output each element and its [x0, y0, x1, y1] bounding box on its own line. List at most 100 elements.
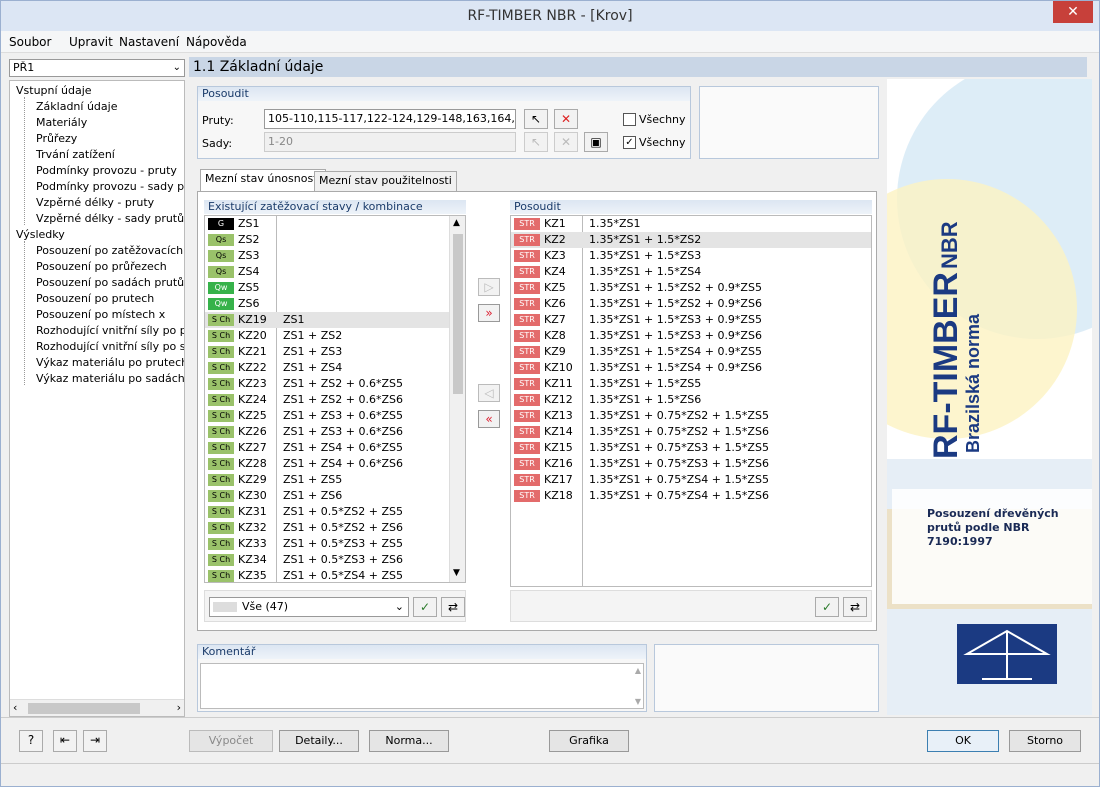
export-button[interactable]: ⇥ [83, 730, 107, 752]
help-button[interactable]: ? [19, 730, 43, 752]
table-row[interactable]: S Ch KZ20 ZS1 + ZS2 [205, 328, 465, 344]
ok-button[interactable]: OK [927, 730, 999, 752]
menu-napoveda[interactable]: Nápověda [186, 35, 247, 49]
table-row[interactable]: Qw ZS5 [205, 280, 465, 296]
table-row[interactable]: STR KZ18 1.35*ZS1 + 0.75*ZS4 + 1.5*ZS6 [511, 488, 871, 504]
table-row[interactable]: S Ch KZ35 ZS1 + 0.5*ZS4 + ZS5 [205, 568, 465, 582]
clear-members-button[interactable]: ✕ [554, 109, 578, 129]
table-row[interactable]: STR KZ5 1.35*ZS1 + 1.5*ZS2 + 0.9*ZS5 [511, 280, 871, 296]
select-all-button[interactable]: ✓ [413, 597, 437, 617]
pick-members-button[interactable]: ↖ [524, 109, 548, 129]
table-row[interactable]: STR KZ2 1.35*ZS1 + 1.5*ZS2 [511, 232, 871, 248]
table-row[interactable]: STR KZ14 1.35*ZS1 + 0.75*ZS2 + 1.5*ZS6 [511, 424, 871, 440]
tree-item-input[interactable]: Podmínky provozu - pruty [36, 163, 177, 179]
menu-nastaveni[interactable]: Nastavení [119, 35, 179, 49]
tree-item-input[interactable]: Podmínky provozu - sady prutů [36, 179, 184, 195]
table-row[interactable]: S Ch KZ27 ZS1 + ZS4 + 0.6*ZS5 [205, 440, 465, 456]
menu-upravit[interactable]: Upravit [69, 35, 113, 49]
scroll-left-icon[interactable]: ‹ [13, 701, 17, 714]
table-row[interactable]: S Ch KZ19 ZS1 [205, 312, 465, 328]
tree-item-input[interactable]: Vzpěrné délky - pruty [36, 195, 154, 211]
close-button[interactable]: ✕ [1053, 1, 1093, 23]
vsechny-sady-checkbox[interactable]: ✓ [623, 136, 636, 149]
add-all-button[interactable]: » [478, 304, 500, 322]
tree-item-results[interactable]: Rozhodující vnitřní síly po prute [36, 323, 184, 339]
tree-item-results[interactable]: Posouzení po sadách prutů [36, 275, 184, 291]
table-row[interactable]: STR KZ9 1.35*ZS1 + 1.5*ZS4 + 0.9*ZS5 [511, 344, 871, 360]
table-row[interactable]: STR KZ4 1.35*ZS1 + 1.5*ZS4 [511, 264, 871, 280]
tree-item-results[interactable]: Posouzení po prutech [36, 291, 154, 307]
remove-selected-button[interactable]: ◁ [478, 384, 500, 402]
tree-item-results[interactable]: Rozhodující vnitřní síly po sadác [36, 339, 184, 355]
table-row[interactable]: S Ch KZ34 ZS1 + 0.5*ZS3 + ZS6 [205, 552, 465, 568]
select-all-right-button[interactable]: ✓ [815, 597, 839, 617]
grafika-button[interactable]: Grafika [549, 730, 629, 752]
norma-button[interactable]: Norma... [369, 730, 449, 752]
table-row[interactable]: Qs ZS3 [205, 248, 465, 264]
tree-hscrollbar[interactable]: ‹ › [10, 699, 184, 716]
sady-input[interactable]: 1-20 [264, 132, 516, 152]
tab-mezni-stav-pouzitelnosti[interactable]: Mezní stav použitelnosti [314, 171, 457, 191]
toggle-right-button[interactable]: ⇄ [843, 597, 867, 617]
table-row[interactable]: S Ch KZ26 ZS1 + ZS3 + 0.6*ZS6 [205, 424, 465, 440]
table-row[interactable]: STR KZ8 1.35*ZS1 + 1.5*ZS3 + 0.9*ZS6 [511, 328, 871, 344]
tree-item-input[interactable]: Trvání zatížení [36, 147, 115, 163]
table-row[interactable]: STR KZ7 1.35*ZS1 + 1.5*ZS3 + 0.9*ZS5 [511, 312, 871, 328]
table-row[interactable]: S Ch KZ25 ZS1 + ZS3 + 0.6*ZS5 [205, 408, 465, 424]
remove-all-button[interactable]: « [478, 410, 500, 428]
table-row[interactable]: S Ch KZ29 ZS1 + ZS5 [205, 472, 465, 488]
scroll-up-icon[interactable]: ▲ [453, 218, 460, 228]
table-row[interactable]: STR KZ6 1.35*ZS1 + 1.5*ZS2 + 0.9*ZS6 [511, 296, 871, 312]
vsechny-pruty-checkbox[interactable] [623, 113, 636, 126]
table-row[interactable]: S Ch KZ33 ZS1 + 0.5*ZS3 + ZS5 [205, 536, 465, 552]
table-row[interactable]: Qw ZS6 [205, 296, 465, 312]
filter-select[interactable]: Vše (47) ⌄ [209, 597, 409, 617]
table-row[interactable]: S Ch KZ22 ZS1 + ZS4 [205, 360, 465, 376]
tree-item-results[interactable]: Posouzení po zatěžovacích stav [36, 243, 184, 259]
toggle-selection-button[interactable]: ⇄ [441, 597, 465, 617]
import-button[interactable]: ⇤ [53, 730, 77, 752]
left-list-vscrollbar[interactable]: ▲ ▼ [449, 216, 465, 582]
add-selected-button[interactable]: ▷ [478, 278, 500, 296]
table-row[interactable]: STR KZ16 1.35*ZS1 + 0.75*ZS3 + 1.5*ZS6 [511, 456, 871, 472]
new-set-button[interactable]: ▣ [584, 132, 608, 152]
tree-item-input[interactable]: Materiály [36, 115, 87, 131]
table-row[interactable]: STR KZ13 1.35*ZS1 + 0.75*ZS2 + 1.5*ZS5 [511, 408, 871, 424]
scroll-thumb[interactable] [28, 703, 140, 714]
table-row[interactable]: Qs ZS4 [205, 264, 465, 280]
scroll-thumb[interactable] [453, 234, 463, 394]
tree-item-results[interactable]: Posouzení po místech x [36, 307, 165, 323]
scroll-down-icon[interactable]: ▼ [635, 697, 641, 706]
table-row[interactable]: STR KZ3 1.35*ZS1 + 1.5*ZS3 [511, 248, 871, 264]
storno-button[interactable]: Storno [1009, 730, 1081, 752]
table-row[interactable]: S Ch KZ31 ZS1 + 0.5*ZS2 + ZS5 [205, 504, 465, 520]
table-row[interactable]: S Ch KZ24 ZS1 + ZS2 + 0.6*ZS6 [205, 392, 465, 408]
table-row[interactable]: S Ch KZ23 ZS1 + ZS2 + 0.6*ZS5 [205, 376, 465, 392]
tree-item-input[interactable]: Základní údaje [36, 99, 117, 115]
table-row[interactable]: STR KZ15 1.35*ZS1 + 0.75*ZS3 + 1.5*ZS5 [511, 440, 871, 456]
table-row[interactable]: S Ch KZ30 ZS1 + ZS6 [205, 488, 465, 504]
table-row[interactable]: S Ch KZ32 ZS1 + 0.5*ZS2 + ZS6 [205, 520, 465, 536]
tree-item-input[interactable]: Vzpěrné délky - sady prutů [36, 211, 184, 227]
tab-mezni-stav-unosnosti[interactable]: Mezní stav únosnosti [200, 169, 326, 191]
vypocet-button[interactable]: Výpočet [189, 730, 273, 752]
clear-sets-button[interactable]: ✕ [554, 132, 578, 152]
tree-item-results[interactable]: Posouzení po průřezech [36, 259, 167, 275]
tree-item-input[interactable]: Průřezy [36, 131, 77, 147]
tree-group-results[interactable]: Výsledky [16, 227, 65, 243]
case-select[interactable]: PŘ1 ⌄ [9, 59, 185, 77]
table-row[interactable]: G ZS1 [205, 216, 465, 232]
table-row[interactable]: S Ch KZ21 ZS1 + ZS3 [205, 344, 465, 360]
table-row[interactable]: STR KZ1 1.35*ZS1 [511, 216, 871, 232]
tree-group-input[interactable]: Vstupní údaje [16, 83, 92, 99]
comment-textarea[interactable]: ▲ ▼ [200, 663, 644, 709]
table-row[interactable]: STR KZ12 1.35*ZS1 + 1.5*ZS6 [511, 392, 871, 408]
table-row[interactable]: STR KZ11 1.35*ZS1 + 1.5*ZS5 [511, 376, 871, 392]
scroll-down-icon[interactable]: ▼ [453, 568, 460, 578]
pruty-input[interactable]: 105-110,115-117,122-124,129-148,163,164,… [264, 109, 516, 129]
pick-sets-button[interactable]: ↖ [524, 132, 548, 152]
menu-soubor[interactable]: Soubor [9, 35, 51, 49]
table-row[interactable]: S Ch KZ28 ZS1 + ZS4 + 0.6*ZS6 [205, 456, 465, 472]
detaily-button[interactable]: Detaily... [279, 730, 359, 752]
tree-item-results[interactable]: Výkaz materiálu po sadách prut [36, 371, 184, 387]
